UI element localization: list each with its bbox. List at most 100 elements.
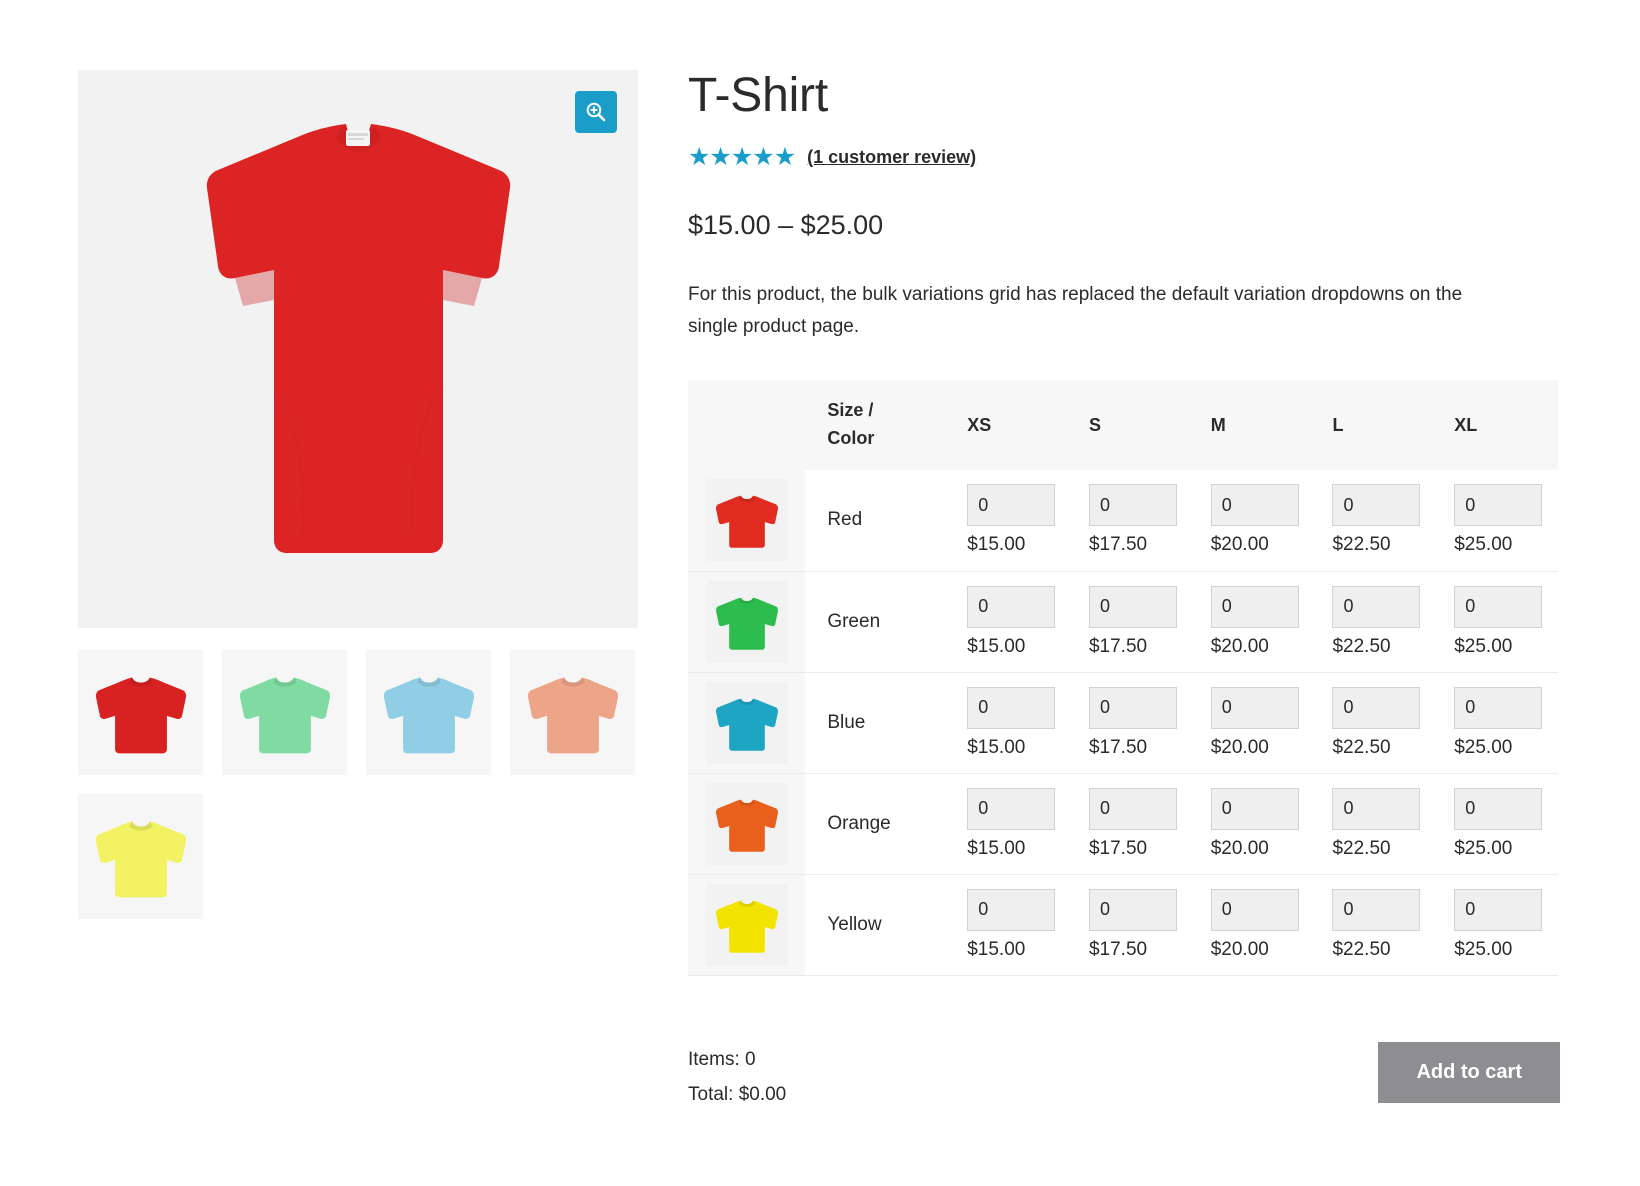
quantity-input-green-m[interactable] — [1210, 585, 1299, 628]
red-tshirt-thumb-graphic — [95, 676, 186, 753]
quantity-input-yellow-s[interactable] — [1088, 888, 1177, 931]
qty-cell-yellow-s: $17.50 — [1071, 874, 1193, 975]
price-label-red-l: $22.50 — [1332, 534, 1391, 556]
header-thumbnail-col — [688, 380, 805, 470]
star-icon: ★ — [752, 142, 774, 171]
header-size-xs: XS — [967, 414, 992, 435]
orange-tshirt-row-thumb[interactable] — [705, 782, 788, 865]
red-tshirt-thumb[interactable] — [78, 650, 203, 775]
qty-cell-green-xl: $25.00 — [1436, 571, 1558, 672]
main-product-image[interactable] — [78, 70, 638, 628]
green-tshirt-row-thumb[interactable] — [705, 580, 788, 663]
qty-cell-yellow-l: $22.50 — [1314, 874, 1436, 975]
quantity-input-blue-s[interactable] — [1088, 686, 1177, 729]
header-size-line: Size / — [827, 400, 874, 421]
quantity-input-green-xs[interactable] — [967, 585, 1056, 628]
price-label-yellow-l: $22.50 — [1332, 938, 1391, 960]
price-label-orange-l: $22.50 — [1332, 837, 1391, 859]
blue-tshirt-thumb-graphic — [383, 676, 474, 753]
header-color-line: Color — [827, 428, 875, 449]
customer-review-link[interactable]: (1 customer review) — [807, 147, 976, 168]
qty-cell-blue-xl: $25.00 — [1436, 672, 1558, 773]
yellow-tshirt-thumb-graphic — [95, 820, 186, 897]
red-tshirt-row-thumb[interactable] — [705, 479, 788, 562]
qty-cell-yellow-xl: $25.00 — [1436, 874, 1558, 975]
quantity-input-yellow-m[interactable] — [1210, 888, 1299, 931]
quantity-input-blue-l[interactable] — [1332, 686, 1421, 729]
add-to-cart-button[interactable]: Add to cart — [1378, 1042, 1560, 1103]
zoom-button[interactable] — [575, 91, 617, 133]
yellow-tshirt-row-thumb-graphic — [715, 900, 778, 953]
total-amount: Total: $0.00 — [688, 1084, 787, 1106]
price-label-blue-xl: $25.00 — [1454, 736, 1513, 758]
row-color-label: Blue — [827, 711, 866, 733]
price-label-blue-l: $22.50 — [1332, 736, 1391, 758]
quantity-input-yellow-xl[interactable] — [1454, 888, 1543, 931]
price-range: $15.00 – $25.00 — [688, 209, 884, 240]
qty-cell-red-m: $20.00 — [1193, 470, 1315, 571]
quantity-input-orange-xs[interactable] — [967, 787, 1056, 830]
orange-tshirt-row-thumb-graphic — [715, 799, 778, 852]
red-tshirt-row-thumb-graphic — [715, 495, 778, 549]
price-label-blue-m: $20.00 — [1210, 736, 1269, 758]
qty-cell-green-m: $20.00 — [1193, 571, 1315, 672]
qty-cell-orange-m: $20.00 — [1193, 773, 1315, 874]
quantity-input-yellow-l[interactable] — [1332, 888, 1421, 931]
quantity-input-red-m[interactable] — [1210, 484, 1299, 527]
star-icon: ★ — [773, 142, 796, 171]
price-label-red-s: $17.50 — [1088, 534, 1148, 556]
quantity-input-blue-xs[interactable] — [967, 686, 1056, 729]
blue-tshirt-thumb[interactable] — [366, 650, 491, 775]
qty-cell-orange-xl: $25.00 — [1436, 773, 1558, 874]
quantity-input-blue-m[interactable] — [1210, 686, 1299, 729]
orange-tshirt-thumb[interactable] — [510, 650, 635, 775]
row-thumbnail-cell — [688, 874, 806, 976]
quantity-input-red-s[interactable] — [1088, 484, 1177, 527]
bulk-variations-grid: Size / Color XS S M L XL Red $15.00 $17.50… — [688, 380, 1558, 976]
row-thumbnail-cell — [688, 773, 806, 875]
row-color-label: Yellow — [827, 913, 882, 935]
quantity-input-green-xl[interactable] — [1454, 585, 1543, 628]
cart-footer: Items: 0 Total: $0.00 Add to cart — [688, 1042, 1560, 1112]
price-label-blue-s: $17.50 — [1088, 736, 1148, 758]
table-row: Red $15.00 $17.50 $20.00 $22.50 $25.00 — [688, 470, 1558, 572]
row-thumbnail-cell — [688, 571, 806, 673]
rating-row: ★ ★ ★ ★ ★ (1 customer review) — [688, 142, 1560, 171]
quantity-input-yellow-xs[interactable] — [967, 888, 1056, 931]
qty-cell-green-xs: $15.00 — [949, 571, 1071, 672]
yellow-tshirt-row-thumb[interactable] — [705, 883, 788, 966]
quantity-input-red-xs[interactable] — [967, 484, 1056, 527]
price-label-orange-xl: $25.00 — [1454, 837, 1513, 859]
price-label-green-xl: $25.00 — [1454, 635, 1513, 657]
star-icon: ★ — [688, 142, 710, 171]
quantity-input-orange-l[interactable] — [1332, 787, 1421, 830]
price-label-red-m: $20.00 — [1210, 534, 1269, 556]
quantity-input-red-xl[interactable] — [1454, 484, 1543, 527]
quantity-input-orange-s[interactable] — [1088, 787, 1177, 830]
orange-tshirt-thumb-graphic — [527, 676, 618, 753]
quantity-input-red-l[interactable] — [1332, 484, 1421, 527]
header-size-m: M — [1210, 414, 1226, 435]
qty-cell-blue-m: $20.00 — [1193, 672, 1315, 773]
totals-block: Items: 0 Total: $0.00 — [688, 1042, 786, 1112]
green-tshirt-thumb[interactable] — [222, 650, 347, 775]
quantity-input-green-l[interactable] — [1332, 585, 1421, 628]
yellow-tshirt-thumb[interactable] — [78, 794, 203, 919]
quantity-input-orange-m[interactable] — [1210, 787, 1299, 830]
table-row: Orange $15.00 $17.50 $20.00 $22.50 $25.00 — [688, 773, 1558, 875]
price-label-yellow-s: $17.50 — [1088, 938, 1148, 960]
items-count: Items: 0 — [688, 1049, 756, 1070]
magnifier-plus-icon — [586, 102, 606, 122]
quantity-input-orange-xl[interactable] — [1454, 787, 1543, 830]
header-size-s: S — [1088, 414, 1101, 435]
price-label-orange-xs: $15.00 — [967, 837, 1026, 859]
quantity-input-green-s[interactable] — [1088, 585, 1177, 628]
qty-cell-red-xl: $25.00 — [1436, 470, 1558, 571]
table-header-row: Size / Color XS S M L XL — [688, 380, 1558, 471]
qty-cell-blue-s: $17.50 — [1071, 672, 1193, 773]
green-tshirt-row-thumb-graphic — [715, 597, 778, 650]
qty-cell-blue-l: $22.50 — [1314, 672, 1436, 773]
blue-tshirt-row-thumb[interactable] — [705, 681, 788, 764]
qty-cell-orange-l: $22.50 — [1314, 773, 1436, 874]
quantity-input-blue-xl[interactable] — [1454, 686, 1543, 729]
